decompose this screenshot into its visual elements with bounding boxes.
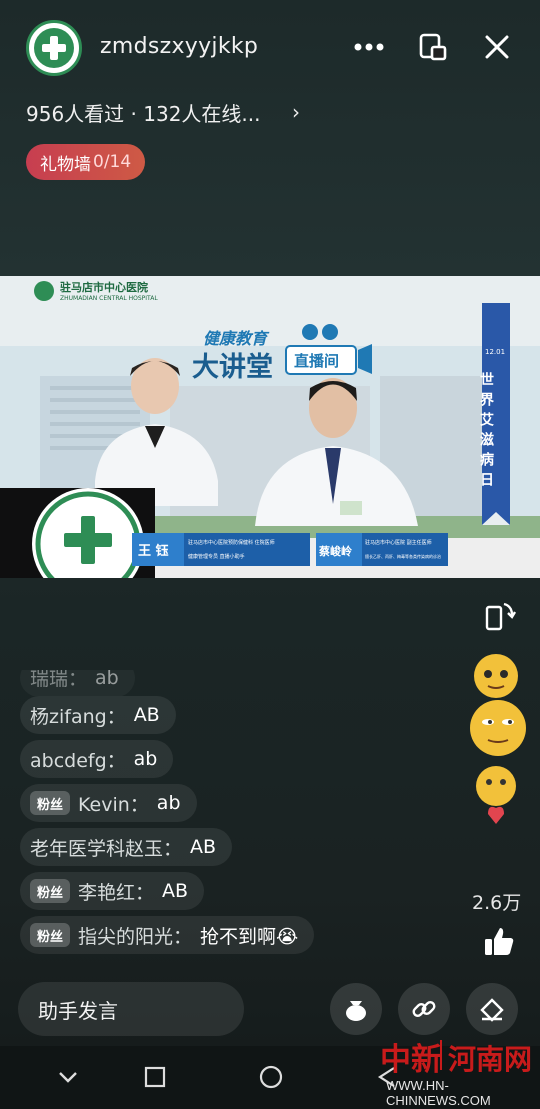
comment-text: ab: [156, 792, 181, 814]
nav-recent-button[interactable]: [140, 1062, 170, 1092]
fan-badge: 粉丝: [30, 879, 71, 903]
hospital-name-en: ZHUMADIAN CENTRAL HOSPITAL: [60, 295, 158, 302]
speaker1-name: 王 钰: [138, 543, 169, 559]
watermark-site: 河南网: [448, 1043, 533, 1076]
comment-author: abcdefg：: [30, 749, 126, 772]
emoji-sticker: [474, 654, 518, 698]
close-icon: [485, 35, 509, 59]
share-link-button[interactable]: [398, 983, 450, 1035]
thumbs-up-icon: [485, 928, 514, 955]
fan-badge: 粉丝: [30, 791, 71, 815]
comment-author: 杨zifang：: [30, 705, 126, 728]
comment-text: 抢不到啊😭: [200, 925, 299, 948]
like-button[interactable]: [482, 925, 516, 959]
speaker2-title1: 驻马店市中心医院 副主任医师: [365, 539, 432, 546]
hospital-name: 驻马店市中心医院: [60, 280, 148, 294]
program-line1: 健康教育: [203, 329, 270, 348]
speaker1-title1: 驻马店市中心医院预防保健科 住院医师: [188, 539, 275, 546]
clean-screen-icon: [480, 998, 504, 1022]
comment-text: ab: [95, 670, 119, 689]
gift-wall-label: 礼物墙: [40, 154, 91, 175]
live-header: zmdszxyyjkkp 956人看过 · 132人在线... › 礼物墙 0/…: [0, 0, 540, 200]
video-frame: 驻马店市中心医院 ZHUMADIAN CENTRAL HOSPITAL 健康教育…: [0, 276, 540, 578]
comment-item: abcdefg： ab: [20, 740, 174, 778]
watermark-divider: [440, 1040, 442, 1070]
speaker2-title2: 擅长乙肝、丙肝、梅毒等各类传染病的诊治: [365, 553, 441, 559]
float-window-button[interactable]: [416, 30, 450, 64]
nav-home-button[interactable]: [256, 1062, 286, 1092]
live-video[interactable]: 驻马店市中心医院 ZHUMADIAN CENTRAL HOSPITAL 健康教育…: [0, 276, 540, 578]
program-line2: 大讲堂: [192, 352, 273, 383]
comment-item: 杨zifang： AB: [20, 696, 176, 734]
comment-author: 瑞瑞：: [30, 670, 88, 690]
comment-item: 粉丝 Kevin： ab: [20, 784, 197, 822]
like-count: 2.6万: [472, 892, 522, 914]
home-icon: [259, 1065, 283, 1089]
comment-author: 指尖的阳光：: [78, 925, 193, 948]
banner-date: 12.01: [485, 348, 505, 356]
comment-list[interactable]: 瑞瑞： ab 杨zifang： AB abcdefg： ab 粉丝 Kevin： ab 老…: [20, 670, 440, 960]
rotate-screen-button[interactable]: [482, 598, 518, 634]
emoji-sticker: [476, 766, 516, 806]
comment-item: 老年医学科赵玉： AB: [20, 828, 233, 866]
clean-screen-button[interactable]: [466, 983, 518, 1035]
assistant-input[interactable]: 助手发言: [18, 982, 244, 1036]
comment-item: 粉丝 指尖的阳光： 抢不到啊😭: [20, 916, 315, 954]
chevron-down-icon: [59, 1072, 77, 1083]
banner-title: 世界艾滋病日: [478, 371, 494, 492]
more-icon: [354, 43, 384, 51]
gift-wall-button[interactable]: 礼物墙 0/14: [26, 144, 146, 180]
gift-bag-button[interactable]: [330, 983, 382, 1035]
comment-author: 李艳红：: [78, 881, 155, 904]
recent-icon: [144, 1066, 166, 1088]
hospital-avatar[interactable]: [26, 20, 82, 76]
viewer-stats[interactable]: 956人看过 · 132人在线...: [26, 98, 261, 127]
account-name[interactable]: zmdszxyyjkkp: [100, 34, 258, 59]
link-icon: [412, 1001, 436, 1017]
chevron-right-icon[interactable]: ›: [292, 100, 300, 124]
gift-wall-count: 0/14: [93, 152, 132, 172]
comment-item: 瑞瑞： ab: [20, 670, 440, 696]
comment-author: Kevin：: [78, 793, 149, 816]
watermark-url: WWW.HN-CHINNEWS.COM: [386, 1078, 491, 1108]
float-window-icon: [419, 33, 447, 61]
heart-icon: [488, 806, 504, 824]
watermark-logo: 中新: [380, 1042, 442, 1078]
comment-author: 老年医学科赵玉：: [30, 837, 183, 860]
medical-cross-icon: [34, 28, 74, 68]
more-button[interactable]: [352, 30, 386, 64]
comment-text: AB: [162, 880, 189, 902]
emoji-sticker: [470, 700, 526, 756]
nav-back-button[interactable]: [53, 1062, 83, 1092]
comment-text: AB: [133, 704, 160, 726]
fan-badge: 粉丝: [30, 923, 71, 947]
assistant-label: 助手发言: [38, 998, 118, 1023]
gift-bag-icon: [346, 1001, 366, 1021]
speaker2-name: 蔡峻岭: [318, 544, 352, 558]
comment-item: 粉丝 李艳红： AB: [20, 872, 205, 910]
speaker1-title2: 健康管理专员 直播小助手: [188, 553, 245, 560]
live-tag: 直播间: [294, 352, 339, 370]
rotate-screen-icon: [485, 602, 517, 631]
close-button[interactable]: [480, 30, 514, 64]
comment-text: ab: [133, 748, 158, 770]
comment-text: AB: [190, 836, 217, 858]
emoji-reactions: [466, 652, 530, 832]
